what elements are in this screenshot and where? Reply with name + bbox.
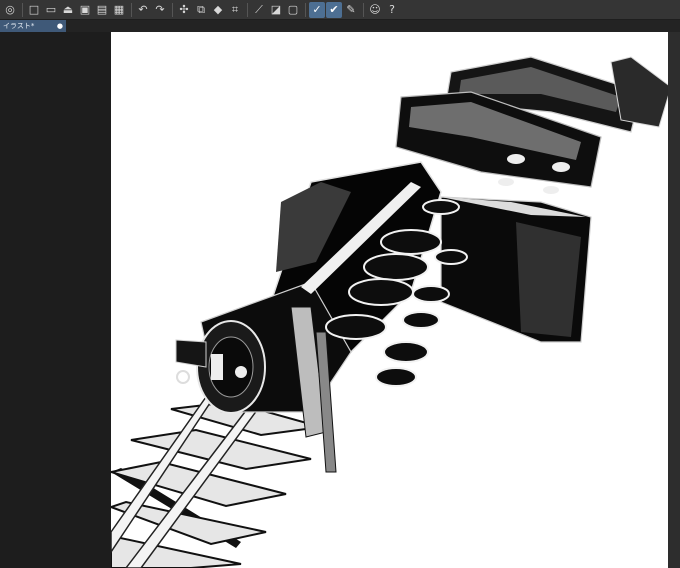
- layer-icon[interactable]: ◪: [268, 2, 284, 18]
- transform-icon[interactable]: ✣: [176, 2, 192, 18]
- frame-icon[interactable]: ▢: [285, 2, 301, 18]
- redo-icon[interactable]: ↷: [152, 2, 168, 18]
- app-icon[interactable]: ◎: [2, 2, 18, 18]
- export-icon[interactable]: ⏏: [60, 2, 76, 18]
- open-icon[interactable]: ▭: [43, 2, 59, 18]
- ruler-icon[interactable]: ⟋: [251, 2, 267, 18]
- tab-illustration[interactable]: イラスト* ●: [0, 20, 66, 32]
- toolbar-separator: [22, 2, 23, 17]
- pen-icon[interactable]: ✎: [343, 2, 359, 18]
- crop-icon[interactable]: ⌗: [227, 2, 243, 18]
- toolbar-separator: [363, 2, 364, 17]
- pasteboard-area: [0, 32, 111, 568]
- save-icon[interactable]: ▣: [77, 2, 93, 18]
- undo-icon[interactable]: ↶: [135, 2, 151, 18]
- save-copy-icon[interactable]: ▦: [111, 2, 127, 18]
- copy-icon[interactable]: ⧉: [193, 2, 209, 18]
- scrollbar-vertical[interactable]: [668, 32, 680, 568]
- toolbar-separator: [172, 2, 173, 17]
- toolbar-separator: [131, 2, 132, 17]
- document-tab-bar: イラスト* ●: [0, 20, 680, 32]
- help-icon[interactable]: ?: [384, 2, 400, 18]
- user-icon[interactable]: ☺: [367, 2, 383, 18]
- tab-modified-dot-icon[interactable]: ●: [57, 20, 63, 32]
- fill-icon[interactable]: ◆: [210, 2, 226, 18]
- railway-track: [111, 392, 322, 568]
- passenger-cars: [395, 56, 668, 194]
- tab-title: イラスト*: [3, 22, 35, 30]
- steam-locomotive: [175, 161, 442, 473]
- save-as-icon[interactable]: ▤: [94, 2, 110, 18]
- new-icon[interactable]: □: [26, 2, 42, 18]
- brush-icon[interactable]: ✓: [309, 1, 325, 18]
- command-bar: ◎ □ ▭ ⏏ ▣ ▤ ▦ ↶ ↷ ✣ ⧉ ◆ ⌗ ⟋ ◪ ▢ ✓ ✔ ✎ ☺ …: [0, 0, 680, 20]
- toolbar-separator: [305, 2, 306, 17]
- check-icon[interactable]: ✔: [326, 1, 342, 18]
- toolbar-separator: [247, 2, 248, 17]
- tender-car: [440, 196, 592, 343]
- drawing-canvas[interactable]: [111, 32, 668, 568]
- train-illustration: [111, 56, 668, 568]
